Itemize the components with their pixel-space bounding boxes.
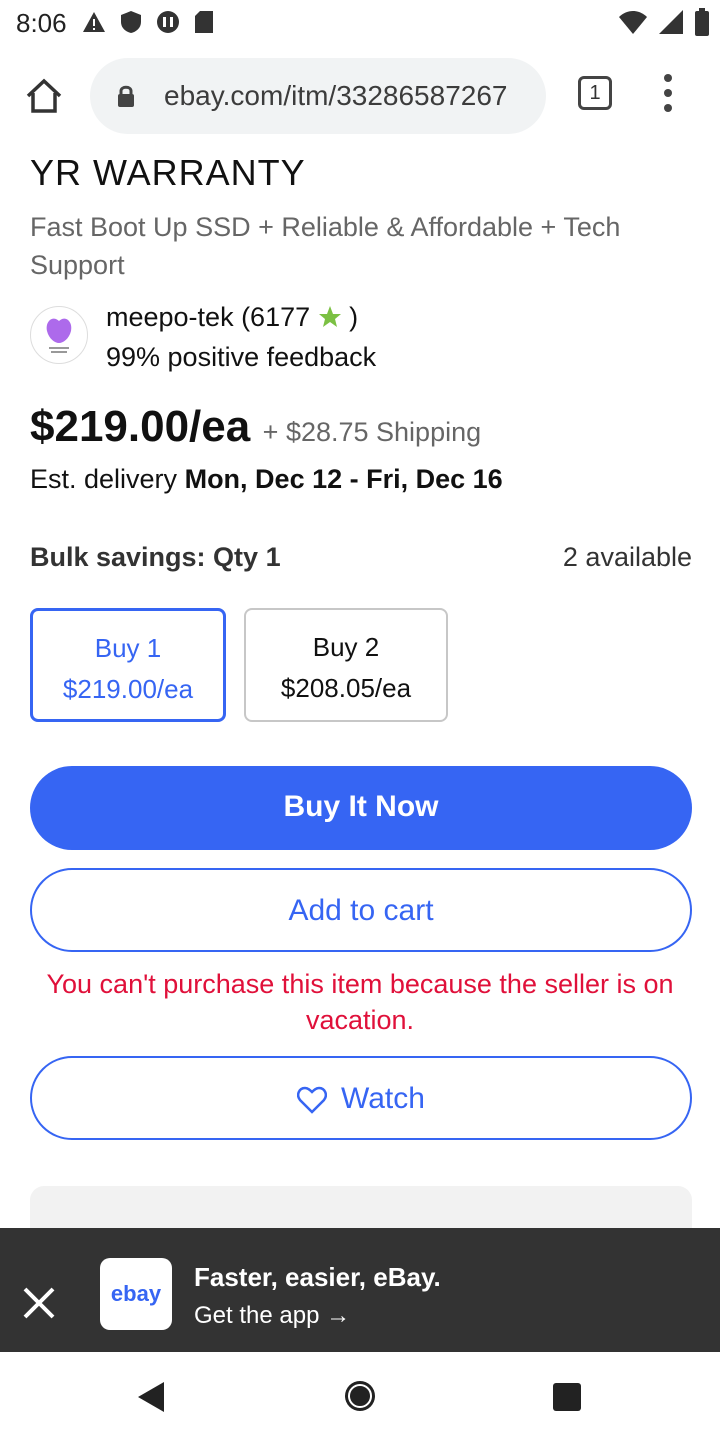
item-price: $219.00/ea	[30, 402, 251, 451]
vacation-notice: You can't purchase this item because the…	[46, 969, 674, 1035]
seller-avatar[interactable]	[30, 306, 88, 364]
url-bar[interactable]: ebay.com/itm/33286587267	[90, 58, 546, 134]
bulk-savings-row: Bulk savings: Qty 1 2 available	[30, 542, 692, 573]
home-nav-icon[interactable]	[342, 1378, 378, 1414]
add-to-cart-button[interactable]: Add to cart	[30, 868, 692, 952]
close-icon[interactable]	[22, 1286, 56, 1320]
recents-icon[interactable]	[552, 1382, 582, 1412]
app-notification-icon	[157, 11, 179, 33]
listing-title: YR WARRANTY	[30, 152, 306, 193]
system-nav-bar	[0, 1352, 720, 1440]
lock-icon	[118, 85, 134, 107]
overflow-menu-button[interactable]	[660, 74, 676, 118]
tier-buy-2[interactable]: Buy 2 $208.05/ea	[244, 608, 448, 722]
listing-subtitle: Fast Boot Up SSD + Reliable & Affordable…	[30, 212, 621, 280]
battery-icon	[695, 8, 709, 36]
banner-headline: Faster, easier, eBay.	[194, 1262, 441, 1292]
seller-logo-icon	[46, 318, 72, 353]
app-install-banner[interactable]: ebay Faster, easier, eBay. Get the app →	[0, 1228, 720, 1352]
seller-name[interactable]: meepo-tek (6177 )	[106, 302, 358, 333]
seller-feedback: 99% positive feedback	[106, 342, 377, 372]
available-count: 2 available	[562, 542, 692, 572]
bulk-savings-label: Bulk savings: Qty 1	[30, 542, 281, 572]
signal-icon	[659, 10, 683, 34]
back-icon[interactable]	[136, 1380, 168, 1414]
watch-button[interactable]: Watch	[30, 1056, 692, 1140]
browser-toolbar: ebay.com/itm/33286587267 1	[0, 48, 720, 144]
url-text: ebay.com/itm/33286587267	[164, 80, 508, 111]
star-icon	[318, 306, 341, 327]
status-bar: 8:06	[0, 0, 720, 48]
wifi-icon	[619, 11, 647, 34]
buy-it-now-button[interactable]: Buy It Now	[30, 766, 692, 850]
delivery-estimate: Est. delivery Mon, Dec 12 - Fri, Dec 16	[30, 464, 503, 494]
home-icon[interactable]	[22, 74, 66, 118]
status-time: 8:06	[16, 8, 67, 38]
warning-icon	[83, 12, 105, 32]
ebay-logo: ebay	[100, 1258, 172, 1330]
notification-icons	[82, 10, 214, 34]
shipping-cost: + $28.75 Shipping	[262, 417, 482, 447]
price-row: $219.00/ea + $28.75 Shipping	[30, 402, 481, 452]
heart-icon	[297, 1086, 328, 1114]
get-app-link[interactable]: Get the app →	[194, 1302, 350, 1330]
tab-switcher-button[interactable]: 1	[578, 76, 612, 110]
system-icons	[618, 8, 710, 36]
tier-buy-1[interactable]: Buy 1 $219.00/ea	[30, 608, 226, 722]
shield-icon	[121, 11, 141, 33]
sd-card-icon	[195, 11, 213, 33]
